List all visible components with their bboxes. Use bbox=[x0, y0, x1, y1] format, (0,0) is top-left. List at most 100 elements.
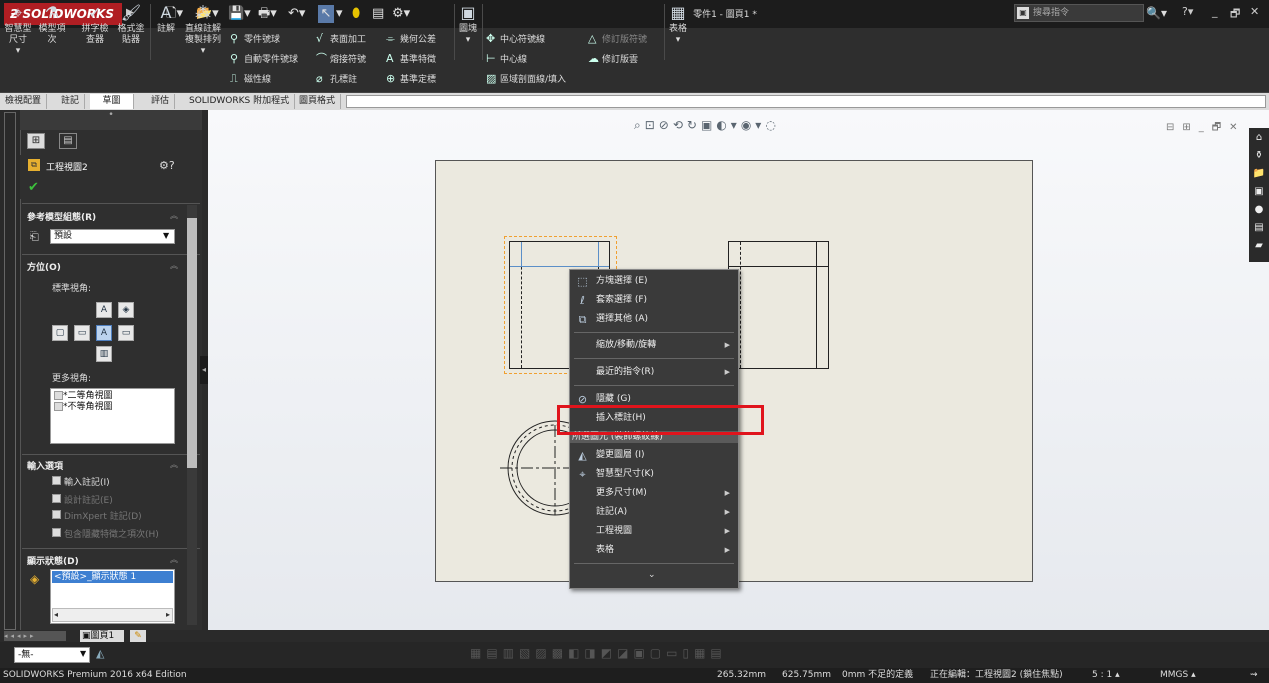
balloon-button[interactable]: ⚲ 零件號球 bbox=[230, 32, 280, 47]
surface-finish-button[interactable]: √ 表面加工 bbox=[316, 32, 366, 47]
color-display-icon[interactable]: ▩ bbox=[552, 646, 568, 660]
align-bottom-icon[interactable]: ▣ bbox=[633, 646, 649, 660]
menu-item-drawing-views[interactable]: 工程視圖 ▶ bbox=[570, 522, 738, 541]
select-pointer-icon[interactable]: ↖ bbox=[318, 5, 334, 23]
list-item[interactable]: *二等角視圖 bbox=[54, 391, 171, 402]
ok-check-icon[interactable]: ✔ bbox=[28, 180, 39, 195]
space-vertical-icon[interactable]: ▯ bbox=[682, 646, 694, 660]
space-horizontal-icon[interactable]: ▭ bbox=[666, 646, 682, 660]
align-left-icon[interactable]: ◧ bbox=[568, 646, 584, 660]
tab-sketch[interactable]: 草圖 bbox=[90, 94, 134, 109]
rotate-icon[interactable]: ↻ bbox=[687, 118, 701, 132]
checkbox[interactable] bbox=[54, 391, 63, 400]
add-sheet-icon[interactable]: ✎ bbox=[130, 630, 146, 642]
drawing-view-side[interactable] bbox=[728, 241, 829, 369]
menu-item-annotations[interactable]: 註記(A) ▶ bbox=[570, 503, 738, 522]
line-color-icon[interactable]: ▤ bbox=[486, 646, 502, 660]
section-orientation[interactable]: 方位(O) bbox=[27, 260, 61, 273]
home-icon[interactable]: ⌂ bbox=[1252, 131, 1266, 145]
line-style-icon[interactable]: ▧ bbox=[519, 646, 535, 660]
viewport-restore-icon[interactable]: 🗗 bbox=[1212, 122, 1229, 133]
dimxpert-annotations-checkbox[interactable] bbox=[52, 510, 61, 519]
menu-item-zoom-pan-rotate[interactable]: 縮放/移動/旋轉 ▶ bbox=[570, 336, 738, 355]
line-thickness-icon[interactable]: ▥ bbox=[503, 646, 519, 660]
chevron-down-icon[interactable]: ▼ bbox=[163, 231, 169, 240]
left-view-icon[interactable]: ▢ bbox=[52, 325, 68, 341]
menu-item-change-layer[interactable]: ◭ 變更圖層 (I) bbox=[570, 446, 738, 465]
blocks-button[interactable]: ▣ 圖塊 ▾ bbox=[456, 4, 480, 46]
file-explorer-icon[interactable]: 📁 bbox=[1252, 167, 1266, 181]
menu-item-box-select[interactable]: ⬚ 方塊選擇 (E) bbox=[570, 272, 738, 291]
right-view-icon[interactable]: ▭ bbox=[118, 325, 134, 341]
reference-config-select[interactable]: 預設 bbox=[50, 229, 175, 244]
scroll-left-icon[interactable]: ◂ bbox=[54, 610, 58, 619]
layer-icon[interactable]: ▦ bbox=[470, 646, 486, 660]
view-palette-icon[interactable]: ▣ bbox=[1252, 185, 1266, 199]
feature-manager-tab-icon[interactable]: ⊞ bbox=[27, 133, 45, 149]
isometric-view-icon[interactable]: ◈ bbox=[118, 302, 134, 318]
horizontal-scrollbar[interactable] bbox=[52, 608, 173, 622]
area-hatch-button[interactable]: ▨ 區域剖面線/填入 bbox=[486, 72, 566, 87]
tables-button[interactable]: ▦ 表格 ▾ bbox=[666, 4, 690, 46]
align-middle-icon[interactable]: ▢ bbox=[650, 646, 666, 660]
format-painter-button[interactable]: 🖌 格式塗 貼器 bbox=[114, 4, 148, 46]
section-display-state[interactable]: 顯示狀態(D) bbox=[27, 554, 79, 567]
chevron-down-icon[interactable]: ▼ bbox=[80, 649, 86, 658]
align-right-icon[interactable]: ◩ bbox=[601, 646, 617, 660]
zoom-to-fit-icon[interactable]: ⌕ bbox=[634, 118, 645, 132]
center-mark-button[interactable]: ✥ 中心符號線 bbox=[486, 32, 545, 47]
menu-item-lasso-select[interactable]: ℓ 套索選擇 (F) bbox=[570, 291, 738, 310]
scroll-right-icon[interactable]: ▸ bbox=[166, 610, 170, 619]
viewport-minimize-icon[interactable]: _ bbox=[1199, 122, 1212, 133]
ungroup-icon[interactable]: ▤ bbox=[710, 646, 726, 660]
revision-symbol-button[interactable]: △ 修訂版符號 bbox=[588, 32, 647, 47]
task-pane-splitter[interactable] bbox=[4, 112, 16, 630]
collapse-icon[interactable]: ︽ bbox=[170, 459, 178, 470]
magnetic-line-button[interactable]: ⎍ 磁性線 bbox=[230, 72, 271, 87]
revision-cloud-button[interactable]: ☁ 修訂版雲 bbox=[588, 52, 638, 67]
unit-system[interactable]: MMGS ▴ bbox=[1160, 668, 1196, 683]
undo-icon[interactable]: ↶▾ bbox=[288, 5, 305, 23]
design-annotations-checkbox[interactable] bbox=[52, 494, 61, 503]
import-annotations-checkbox[interactable] bbox=[52, 476, 61, 485]
viewport-close-icon[interactable]: ✕ bbox=[1229, 122, 1245, 133]
design-library-icon[interactable]: ⚱ bbox=[1252, 149, 1266, 163]
forum-icon[interactable]: ▰ bbox=[1252, 239, 1266, 253]
zoom-area-icon[interactable]: ⊡ bbox=[645, 118, 659, 132]
notifications-icon[interactable]: ⇝ bbox=[1250, 668, 1258, 683]
menu-item-more-dimensions[interactable]: 更多尺寸(M) ▶ bbox=[570, 484, 738, 503]
menu-item-recent-commands[interactable]: 最近的指令(R) ▶ bbox=[570, 363, 738, 382]
sheet-nav-arrows-icon[interactable]: ◂◂◂▸▸ bbox=[4, 631, 66, 641]
help-icon[interactable]: ?▾ bbox=[1182, 5, 1193, 18]
layer-properties-icon[interactable]: ◭ bbox=[96, 647, 104, 660]
top-view-icon[interactable]: A bbox=[96, 302, 112, 318]
sheet-tab[interactable]: ▣圖頁1 bbox=[80, 630, 124, 642]
whats-wrong-icon[interactable]: ⚙? bbox=[159, 159, 175, 172]
menu-item-tables[interactable]: 表格 ▶ bbox=[570, 541, 738, 560]
linear-note-pattern-button[interactable]: ⁂ 直線註解 複製排列 ▾ bbox=[180, 4, 226, 57]
rebuild-icon[interactable]: ⬮ bbox=[352, 5, 360, 23]
tab-evaluate[interactable]: 評估 bbox=[146, 94, 176, 109]
layer-select[interactable]: -無- bbox=[14, 647, 90, 663]
sheet-scale[interactable]: 5 : 1 ▴ bbox=[1092, 668, 1120, 683]
more-views-list[interactable]: *二等角視圖 *不等角視圖 bbox=[50, 388, 175, 444]
minimize-icon[interactable]: _ bbox=[1212, 5, 1218, 18]
include-hidden-checkbox[interactable] bbox=[52, 528, 61, 537]
menu-item-smart-dimension[interactable]: ⌖ 智慧型尺寸(K) bbox=[570, 465, 738, 484]
menu-item-select-other[interactable]: ⧉ 選擇其他 (A) bbox=[570, 310, 738, 329]
viewport-expand-icon[interactable]: ⊟ bbox=[1166, 122, 1182, 133]
close-icon[interactable]: ✕ bbox=[1250, 5, 1259, 18]
group-icon[interactable]: ▦ bbox=[694, 646, 710, 660]
search-input[interactable]: 搜尋指令 bbox=[1014, 4, 1144, 22]
section-import-options[interactable]: 輸入選項 bbox=[27, 459, 63, 472]
list-item[interactable]: *不等角視圖 bbox=[54, 402, 171, 413]
apply-scene-icon[interactable]: ◌ bbox=[765, 118, 779, 132]
zoom-previous-icon[interactable]: ⊘ bbox=[659, 118, 673, 132]
tab-annotation[interactable]: 註記 bbox=[56, 94, 86, 109]
collapse-icon[interactable]: ︽ bbox=[170, 210, 178, 221]
options-gear-icon[interactable]: ⚙▾ bbox=[392, 5, 410, 23]
viewport-split-icon[interactable]: ⊞ bbox=[1182, 122, 1198, 133]
spell-checker-button[interactable]: ✓ 拼字檢 查器 bbox=[80, 4, 110, 46]
collapse-panel-icon[interactable]: ◂ bbox=[200, 356, 208, 384]
datum-feature-button[interactable]: A 基準特徵 bbox=[386, 52, 436, 67]
